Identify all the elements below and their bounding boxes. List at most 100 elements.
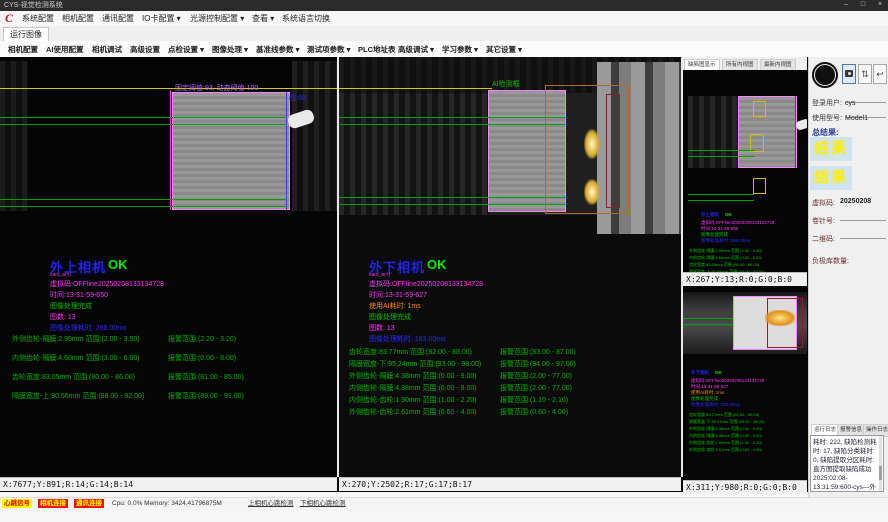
camera-select-button[interactable] xyxy=(842,64,856,84)
measure-line-green xyxy=(0,206,287,207)
battery-cell-image xyxy=(172,92,290,210)
measure-line-green xyxy=(683,324,733,325)
alarm-range: 报警范围:(2.20 - 3.20) xyxy=(168,334,236,344)
mes-tag: MES_B(T) xyxy=(369,272,390,277)
swap-view-button[interactable]: ⇅ xyxy=(858,64,872,84)
return-button[interactable]: ↩ xyxy=(873,64,887,84)
model-value: Model1 xyxy=(845,115,868,122)
tool-ai-config[interactable]: AI使用配置 xyxy=(46,44,84,55)
measurement-row: 齿轮宽度:83.05mm 范围:(80.00 - 86.00) xyxy=(12,372,135,382)
log-text-box[interactable]: 耗时: 222, 缺陷检测耗时: 17, 缺陷分类耗时: 0, 缺陷提取分区耗时… xyxy=(810,435,884,492)
tool-advanced-set[interactable]: 高级设置 xyxy=(130,44,160,55)
up-down-arrows-icon: ⇅ xyxy=(861,69,869,79)
machine-texture xyxy=(0,61,28,211)
menu-comm-config[interactable]: 通讯配置 xyxy=(102,12,134,25)
menu-language-switch[interactable]: 系统语言切换 xyxy=(282,12,330,25)
left-coord-bar: X:7677;Y:891;R:14;G:14;B:14 xyxy=(0,477,337,491)
measurement-row: 隔膜宽度-上:90.56mm 范围:(88.00 - 92.00) xyxy=(12,391,144,401)
menu-light-config[interactable]: 光源控制配置 ▾ xyxy=(190,12,244,25)
alarm-range: 报警范围:(81.00 - 85.00) xyxy=(168,372,244,382)
tool-plc-table[interactable]: PLC地址表 xyxy=(358,44,396,55)
alarm-range: 报警范围:(83.00 - 87.00) xyxy=(500,347,576,357)
model-field[interactable]: Model1 xyxy=(845,107,886,118)
mini-measurement: 内侧齿轮-齿轮:1.90mm 范围:(1.00 - 2.20) xyxy=(689,440,762,446)
measurement-row: 内侧齿轮-齿轮:1.90mm 范围:(1.00 - 2.20) xyxy=(349,395,477,405)
menu-view[interactable]: 查看 ▾ xyxy=(252,12,274,25)
result-box-upper: 结果 xyxy=(810,137,852,161)
alarm-range: 报警范围:(89.00 - 91.00) xyxy=(168,391,244,401)
frame-label: 图:66 xyxy=(289,93,306,103)
vcode-value: 20250208 xyxy=(840,198,871,205)
qr-code-field[interactable] xyxy=(840,228,886,239)
cpu-memory-text: Cpu: 0.0% Memory: 3424.41796875M xyxy=(112,499,222,509)
menu-io-config[interactable]: IO卡配置 ▾ xyxy=(142,12,181,25)
tab-strip xyxy=(0,26,888,42)
pin-number-field[interactable] xyxy=(840,210,886,221)
pin-number-label: 卷针号: xyxy=(812,216,835,226)
tool-learn-params[interactable]: 学习参数 ▾ xyxy=(442,44,478,55)
measurement-row: 隔膜宽度-下:95.24mm 范围:(93.00 - 98.00) xyxy=(349,359,481,369)
battery-cell-image xyxy=(738,96,797,168)
alarm-range: 报警范围:(2.00 - 77.00) xyxy=(500,383,572,393)
tool-test-params[interactable]: 测试项参数 ▾ xyxy=(307,44,350,55)
defect-box-yellow xyxy=(753,178,766,194)
anode-count-label: 负极库数量: xyxy=(812,256,849,266)
machine-texture xyxy=(292,61,337,211)
login-user-field[interactable]: cys xyxy=(845,92,886,103)
measure-line-green xyxy=(0,199,287,200)
middle-camera-view[interactable]: AI检测框 外下相机 OK MES_B(T) 虚拟码:OFFline202502… xyxy=(339,57,681,477)
mini-measurement: 齿轮宽度:83.77mm 范围:(82.00 - 88.00) xyxy=(689,412,759,418)
heartbeat-badge: 心跳信号 xyxy=(2,499,32,508)
result-ok: OK xyxy=(108,257,128,272)
minimize-button[interactable]: – xyxy=(838,0,854,11)
process-done-text: 图像处理完成 xyxy=(369,313,411,322)
pause-button[interactable] xyxy=(812,62,838,88)
login-user-value: cys xyxy=(845,100,856,107)
measure-line-green xyxy=(683,318,733,319)
maximize-button[interactable]: □ xyxy=(855,0,871,11)
close-button[interactable]: × xyxy=(872,0,888,11)
measure-line-green xyxy=(688,156,754,157)
tab-run-image[interactable]: 运行图像 xyxy=(3,27,49,42)
thumb-bottom-view[interactable]: 外下相机 OK 虚拟码:OFFline20250208133134728 时间:… xyxy=(683,286,807,480)
tool-camera-debug[interactable]: 相机调试 xyxy=(92,44,122,55)
log-scrollbar[interactable] xyxy=(879,436,882,491)
login-user-label: 登录用户: xyxy=(812,98,842,108)
time-text: 时间:13-31-59-650 xyxy=(50,291,108,300)
result-box-lower: 结果 xyxy=(810,166,852,190)
reference-line-yellow xyxy=(0,88,337,89)
tool-spotcheck-set[interactable]: 点检设置 ▾ xyxy=(168,44,204,55)
mini-measurement: 外侧齿轮-隔膜:4.38mm 范围:(0.00 - 9.00) xyxy=(689,426,762,432)
elapsed-text: 图像处理耗时: 266.00ms xyxy=(50,324,127,333)
mini-measurement: 隔膜宽度-下:95.24mm 范围:(93.00 - 98.00) xyxy=(689,419,765,425)
weld-glow xyxy=(584,179,600,205)
tool-baseline-params[interactable]: 基准线参数 ▾ xyxy=(256,44,299,55)
barcode-text: 虚拟码:OFFline20250208133134728 xyxy=(369,280,483,289)
tool-advanced-debug[interactable]: 高级调试 ▾ xyxy=(398,44,434,55)
measurement-row: 外侧齿轮-隔膜:2.95mm 范围:(2.00 - 3.50) xyxy=(12,334,140,344)
ai-label: AI检测框 xyxy=(492,79,520,89)
measurement-row: 外侧齿轮-齿轮:2.61mm 范围:(0.60 - 4.00) xyxy=(349,407,477,417)
menu-camera-config[interactable]: 相机配置 xyxy=(62,12,94,25)
lower-camera-heartbeat-link[interactable]: 下相机心跳检测 xyxy=(300,499,346,509)
upper-camera-heartbeat-link[interactable]: 上相机心跳检测 xyxy=(248,499,294,509)
log-scrollbar-thumb[interactable] xyxy=(879,466,882,480)
return-arrow-icon: ↩ xyxy=(876,69,884,79)
mini-measurement: 外侧齿轮-齿轮:2.61mm 范围:(0.60 - 4.00) xyxy=(689,447,762,453)
left-camera-view[interactable]: 固定阈值:93, 动态阈值:100 图:66 外上相机 OK MES_B(T) … xyxy=(0,57,337,477)
mini-measurement: 内侧齿轮-隔膜:4.38mm 范围:(0.00 - 9.00) xyxy=(689,433,762,439)
weld-glow xyxy=(765,310,795,326)
measure-line-green xyxy=(688,194,754,195)
measure-line-green xyxy=(0,117,287,118)
thumb-top-view[interactable]: 外上相机 OK 虚拟码:OFFline20250208133134728 时间:… xyxy=(683,70,807,272)
tool-image-process[interactable]: 图像处理 ▾ xyxy=(212,44,248,55)
weld-glow xyxy=(584,129,600,159)
tool-other-settings[interactable]: 其它设置 ▾ xyxy=(486,44,522,55)
measure-line-green xyxy=(339,124,566,125)
menu-system-config[interactable]: 系统配置 xyxy=(22,12,54,25)
measure-line-green xyxy=(339,197,566,198)
alarm-range: 报警范围:(0.00 - 8.00) xyxy=(168,353,236,363)
tool-camera-config[interactable]: 相机配置 xyxy=(8,44,38,55)
frame-count-text: 图数: 13 xyxy=(50,313,76,322)
mini-result-ok: OK xyxy=(725,212,732,218)
